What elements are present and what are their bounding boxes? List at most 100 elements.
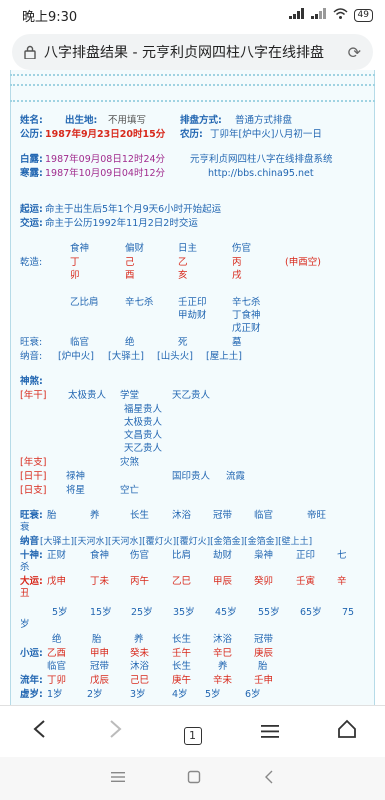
xiaoyun-4: 辛巳	[213, 648, 233, 659]
nayin-year: [炉中火]	[58, 351, 94, 362]
wangshuai-day: 死	[178, 337, 188, 348]
year-branch-label: [年支]	[20, 457, 47, 468]
birthplace-value: 不用填写	[108, 115, 147, 126]
xiaoyun-bottom-4: 养	[218, 661, 228, 672]
address-bar[interactable]: 八字排盘结果 - 元亨利贞网四柱八字在线排盘 ⟳	[12, 34, 373, 70]
dayun-wangshuai-wrap: 衰	[20, 522, 30, 533]
qiyun-value: 命主于出生后5年1个月9天6小时开始起运	[45, 204, 222, 215]
dayun-wangshuai-2: 长生	[130, 510, 150, 521]
xusui-1: 2岁	[87, 689, 103, 700]
xusui-5: 6岁	[245, 689, 261, 700]
nayin-day: [山头火]	[157, 351, 193, 362]
status-time: 晚上9:30	[22, 9, 78, 25]
shensha-item: 灾煞	[120, 457, 140, 468]
stem-day: 乙	[178, 257, 188, 268]
qiyun-label: 起运:	[20, 204, 43, 215]
recent-apps-icon[interactable]	[111, 771, 126, 787]
dayun-shishen-wrap: 杀	[20, 562, 30, 573]
dayun-wangshuai-1: 养	[90, 510, 100, 521]
xiaoyun-top-2: 养	[134, 634, 144, 645]
dayun-shishen-5: 枭神	[254, 550, 274, 561]
age-6: 65岁	[300, 607, 322, 618]
dayun-shishen-3: 比肩	[172, 550, 192, 561]
divider	[10, 74, 375, 76]
xiaoyun-bottom-0: 临官	[47, 661, 67, 672]
shensha-item: 国印贵人	[172, 471, 211, 482]
xiaoyun-2: 癸未	[130, 648, 150, 659]
dayun-shishen-4: 劫财	[213, 550, 233, 561]
dayun-0: 戊申	[47, 576, 67, 587]
solar-label: 公历:	[20, 129, 43, 140]
hanlu-label: 寒露:	[20, 168, 43, 179]
qianzao-label: 乾造:	[20, 257, 43, 268]
dayun-1: 丁未	[90, 576, 110, 587]
dayun-nayin: [大驿土][天河水][天河水][覆灯火][覆灯火][金箔金][金箔金][壁上土]	[40, 537, 313, 547]
dayun-2: 丙午	[130, 576, 150, 587]
wangshuai-month: 绝	[125, 337, 135, 348]
liunian-5: 壬申	[254, 675, 274, 686]
xiaoyun-5: 庚辰	[254, 648, 274, 659]
wifi-icon	[333, 8, 348, 22]
dayun-4: 甲辰	[213, 576, 233, 587]
dayun-shishen-1: 食神	[90, 550, 110, 561]
hidden-month-0: 辛七杀	[125, 297, 154, 308]
tabs-button[interactable]: 1	[173, 720, 213, 745]
stem-month: 己	[125, 257, 135, 268]
dayun-wangshuai-label: 旺衰:	[20, 510, 43, 521]
day-stem-label: [日干]	[20, 471, 47, 482]
branch-hour: 戌	[232, 270, 242, 281]
shensha-item: 流霞	[226, 471, 246, 482]
xiaoyun-top-0: 绝	[52, 634, 62, 645]
shensha-item: 天乙贵人	[172, 390, 211, 401]
dayun-wangshuai-6: 帝旺	[307, 510, 327, 521]
xiaoyun-bottom-3: 长生	[172, 661, 192, 672]
hidden-day-0: 壬正印	[178, 297, 207, 308]
dayun-shishen-2: 伤官	[130, 550, 150, 561]
lock-icon	[24, 45, 36, 60]
xiaoyun-bottom-1: 冠带	[90, 661, 110, 672]
age-2: 25岁	[131, 607, 153, 618]
shensha-title: 神煞:	[20, 376, 43, 387]
solar-value: 1987年9月23日20时15分	[45, 129, 166, 140]
xiaoyun-1: 甲申	[90, 648, 110, 659]
stem-year: 丁	[70, 257, 80, 268]
divider	[10, 100, 375, 102]
site-name[interactable]: 元亨利贞网四柱八字在线排盘系统	[190, 154, 333, 166]
hanlu-value: 1987年10月09日04时12分	[45, 168, 166, 179]
page-title[interactable]: 八字排盘结果 - 元亨利贞网四柱八字在线排盘	[44, 42, 340, 62]
dayun-shishen-label: 十神:	[20, 550, 43, 561]
site-url-link[interactable]: http://bbs.china95.net	[208, 168, 314, 180]
day-branch-label: [日支]	[20, 485, 47, 496]
signal-icon-2	[310, 8, 327, 22]
wangshuai-label: 旺衰:	[20, 337, 43, 348]
tab-count: 1	[183, 726, 202, 745]
dayun-shishen-0: 正财	[47, 550, 67, 561]
home-icon[interactable]	[327, 719, 367, 745]
stem-hour: 丙	[232, 257, 242, 268]
xiaoyun-3: 壬午	[172, 648, 192, 659]
xusui-4: 5岁	[205, 689, 221, 700]
reload-icon[interactable]: ⟳	[348, 43, 361, 62]
method-value: 普通方式排盘	[235, 115, 293, 126]
god-day: 日主	[178, 243, 198, 254]
xiaoyun-bottom-2: 沐浴	[130, 661, 150, 672]
system-home-icon[interactable]	[187, 770, 201, 788]
hidden-hour-1: 丁食神	[232, 310, 261, 321]
liunian-3: 庚午	[172, 675, 192, 686]
jiaoyun-label: 交运:	[20, 218, 43, 229]
branch-year: 卯	[70, 270, 80, 281]
forward-icon[interactable]	[96, 719, 136, 745]
xiaoyun-top-3: 长生	[172, 634, 192, 645]
system-back-icon[interactable]	[264, 770, 274, 788]
age-4: 45岁	[215, 607, 237, 618]
menu-icon[interactable]	[250, 720, 290, 745]
wangshuai-year: 临官	[70, 337, 90, 348]
hidden-day-1: 甲劫财	[178, 310, 207, 321]
xusui-label: 虚岁:	[20, 689, 43, 700]
lunar-value: 丁卯年[炉中火]八月初一日	[210, 129, 322, 140]
liunian-2: 己巳	[130, 675, 150, 686]
xiaoyun-top-5: 冠带	[254, 634, 274, 645]
hidden-hour-2: 戊正财	[232, 323, 261, 334]
back-icon[interactable]	[19, 719, 59, 745]
god-hour: 伤官	[232, 243, 252, 254]
